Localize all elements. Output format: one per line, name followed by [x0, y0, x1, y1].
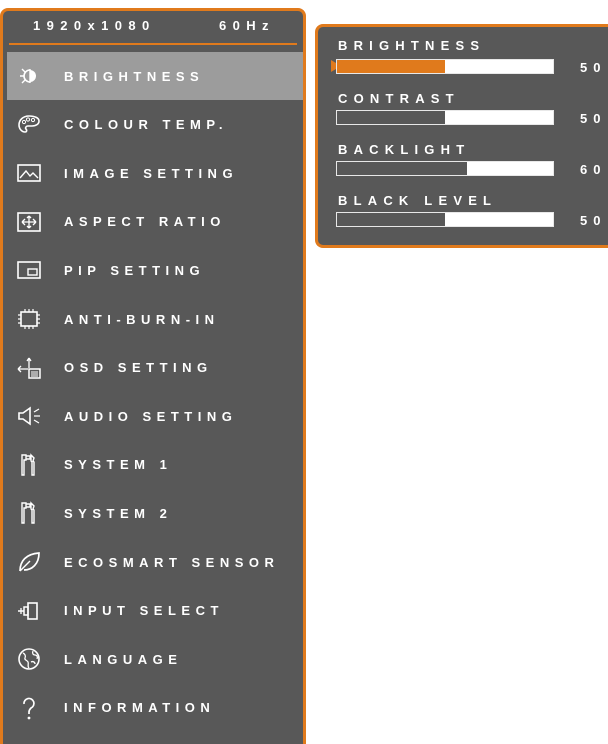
main-menu-panel: 1920x1080 60Hz BRIGHTNESS COLOUR TEMP. IMA…: [0, 8, 306, 744]
question-icon: [15, 694, 43, 722]
slider-brightness[interactable]: BRIGHTNESS 50: [331, 38, 608, 86]
menu-item-label: SYSTEM 2: [64, 505, 173, 521]
slider-label: BACKLIGHT: [338, 142, 471, 157]
menu-item-label: AUDIO SETTING: [64, 408, 238, 424]
slider-track[interactable]: [336, 161, 554, 176]
menu-item-pip-setting[interactable]: PIP SETTING: [7, 246, 303, 294]
slider-label: BRIGHTNESS: [338, 38, 486, 53]
menu-item-label: IMAGE SETTING: [64, 165, 239, 181]
slider-label: BLACK LEVEL: [338, 193, 498, 208]
plug-icon: [15, 597, 43, 625]
slider-value: 60: [580, 162, 607, 177]
menu-item-label: OSD SETTING: [64, 360, 213, 376]
palette-icon: [15, 111, 43, 139]
menu-item-language[interactable]: LANGUAGE: [7, 635, 303, 683]
menu-item-anti-burn-in[interactable]: ANTI-BURN-IN: [7, 295, 303, 343]
leaf-icon: [15, 548, 43, 576]
image-icon: [15, 159, 43, 187]
menu-item-label: ASPECT RATIO: [64, 214, 226, 230]
slider-fill: [337, 60, 445, 73]
menu-item-image-setting[interactable]: IMAGE SETTING: [7, 149, 303, 197]
slider-track[interactable]: [336, 212, 554, 227]
slider-track[interactable]: [336, 110, 554, 125]
slider-backlight[interactable]: BACKLIGHT 60: [332, 142, 608, 188]
menu-item-brightness[interactable]: BRIGHTNESS: [7, 52, 303, 100]
menu-item-osd-setting[interactable]: OSD SETTING: [7, 344, 303, 392]
slider-value: 50: [580, 60, 607, 75]
osd-icon: [15, 354, 43, 382]
slider-value: 50: [580, 213, 607, 228]
status-divider: [9, 43, 297, 45]
menu-item-label: INFORMATION: [64, 700, 216, 716]
menu-item-information[interactable]: INFORMATION: [7, 684, 303, 732]
menu-item-label: LANGUAGE: [64, 651, 183, 667]
menu-item-label: ECOSMART SENSOR: [64, 554, 280, 570]
menu-item-label: ANTI-BURN-IN: [64, 311, 220, 327]
aspect-ratio-icon: [15, 208, 43, 236]
refresh-rate-text: 60Hz: [219, 18, 275, 33]
slider-fill: [337, 111, 445, 124]
slider-fill: [337, 162, 467, 175]
menu-item-label: INPUT SELECT: [64, 603, 224, 619]
menu-item-aspect-ratio[interactable]: ASPECT RATIO: [7, 198, 303, 246]
resolution-text: 1920x1080: [33, 18, 156, 33]
slider-track[interactable]: [336, 59, 554, 74]
slider-contrast[interactable]: CONTRAST 50: [332, 91, 608, 137]
slider-fill: [337, 213, 445, 226]
menu-item-system-2[interactable]: SYSTEM 2: [7, 489, 303, 537]
menu-item-colour-temp[interactable]: COLOUR TEMP.: [7, 101, 303, 149]
menu-item-audio-setting[interactable]: AUDIO SETTING: [7, 392, 303, 440]
brightness-submenu-panel: BRIGHTNESS 50 CONTRAST 50 BACKLIGHT 60 BLACK L…: [315, 24, 608, 248]
tools-icon: [15, 451, 43, 479]
menu-item-label: SYSTEM 1: [64, 457, 173, 473]
slider-label: CONTRAST: [338, 91, 460, 106]
chip-icon: [15, 305, 43, 333]
slider-value: 50: [580, 111, 607, 126]
menu-item-label: COLOUR TEMP.: [64, 117, 228, 133]
menu-item-system-1[interactable]: SYSTEM 1: [7, 441, 303, 489]
speaker-icon: [15, 402, 43, 430]
menu-item-ecosmart-sensor[interactable]: ECOSMART SENSOR: [7, 538, 303, 586]
menu-item-label: BRIGHTNESS: [64, 68, 205, 84]
slider-black-level[interactable]: BLACK LEVEL 50: [332, 193, 608, 239]
pip-icon: [15, 256, 43, 284]
brightness-icon: [15, 62, 43, 90]
menu-item-input-select[interactable]: INPUT SELECT: [7, 587, 303, 635]
tools-icon: [15, 499, 43, 527]
globe-icon: [15, 645, 43, 673]
status-bar: 1920x1080 60Hz: [3, 11, 303, 45]
menu-item-label: PIP SETTING: [64, 262, 206, 278]
